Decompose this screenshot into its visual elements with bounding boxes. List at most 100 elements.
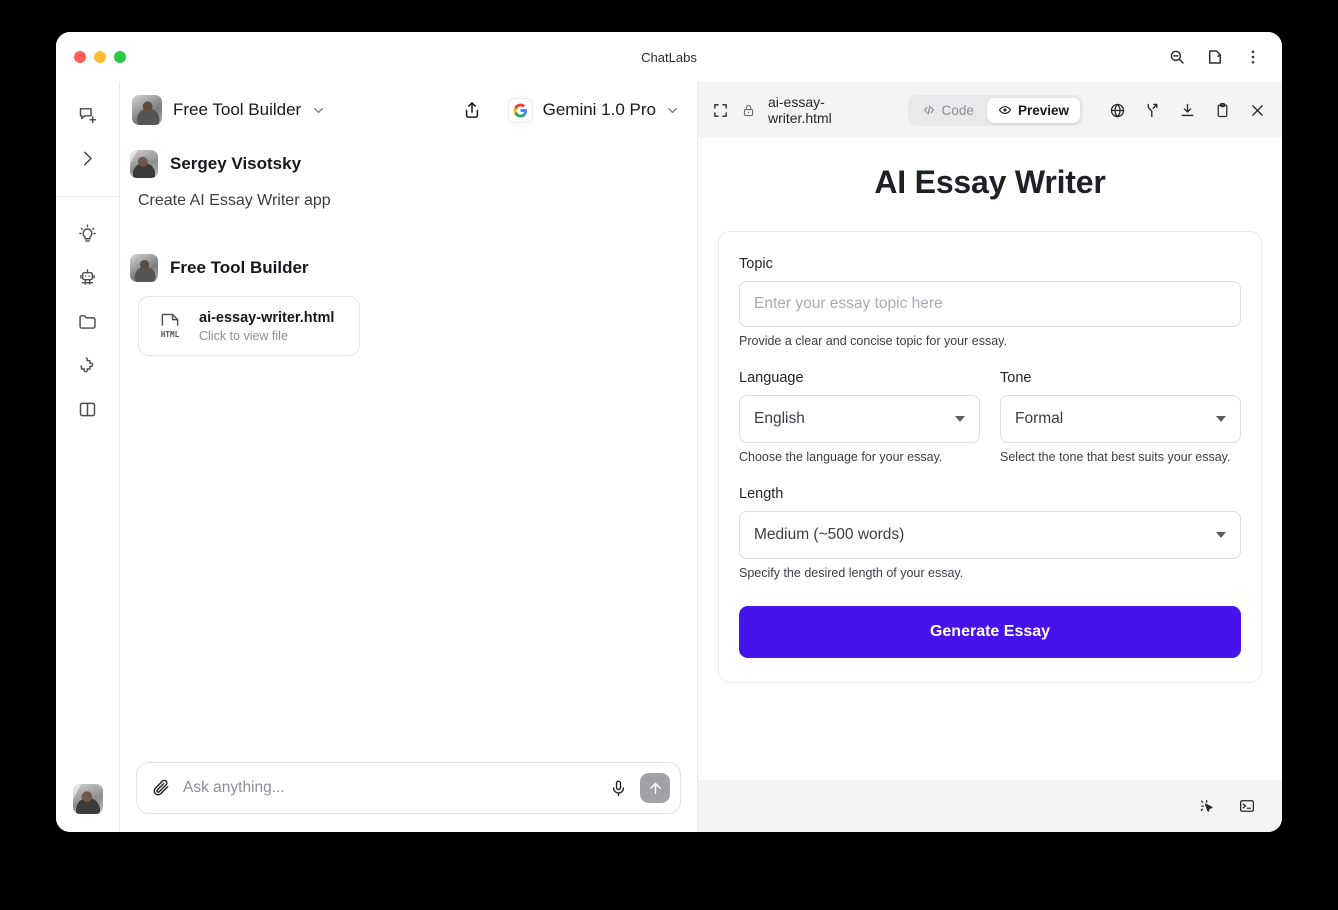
window-traffic-lights bbox=[56, 51, 126, 63]
sidebar-item-plugins[interactable] bbox=[68, 345, 108, 385]
sidebar-item-expand[interactable] bbox=[68, 138, 108, 178]
chat-column: Free Tool Builder bbox=[120, 82, 698, 832]
tab-preview[interactable]: Preview bbox=[987, 98, 1080, 123]
avatar[interactable] bbox=[73, 784, 103, 814]
html-file-icon: HTML bbox=[153, 312, 187, 340]
file-info: ai-essay-writer.html Click to view file bbox=[199, 309, 334, 343]
close-icon[interactable] bbox=[1249, 102, 1266, 119]
sidebar-item-files[interactable] bbox=[68, 301, 108, 341]
chevron-down-icon bbox=[312, 104, 325, 117]
chevron-down-icon bbox=[1216, 416, 1226, 422]
expand-icon[interactable] bbox=[712, 102, 729, 119]
globe-icon[interactable] bbox=[1109, 102, 1126, 119]
sidebar-item-prompts[interactable] bbox=[68, 213, 108, 253]
language-tone-row: Language English Choose the language for… bbox=[739, 370, 1241, 464]
sparkle-cursor-icon[interactable] bbox=[1198, 797, 1216, 815]
message-text: Create AI Essay Writer app bbox=[138, 192, 677, 210]
preview-tools bbox=[1109, 102, 1266, 119]
chevron-down-icon bbox=[955, 416, 965, 422]
lightbulb-icon bbox=[77, 223, 98, 244]
file-attachment-card[interactable]: HTML ai-essay-writer.html Click to view … bbox=[138, 296, 360, 356]
field-tone: Tone Formal Select the tone that best su… bbox=[1000, 370, 1241, 464]
arrow-up-icon bbox=[647, 780, 664, 797]
extensions-icon[interactable] bbox=[1206, 48, 1224, 66]
model-selector[interactable]: Gemini 1.0 Pro bbox=[508, 98, 679, 123]
topic-hint: Provide a clear and concise topic for yo… bbox=[739, 334, 1241, 348]
preview-header: ai-essay-writer.html Code P bbox=[698, 82, 1282, 138]
code-icon bbox=[922, 103, 936, 117]
close-window-button[interactable] bbox=[74, 51, 86, 63]
assistant-avatar bbox=[130, 254, 158, 282]
folder-icon bbox=[77, 311, 98, 332]
field-length: Length Medium (~500 words) Specify the d… bbox=[739, 486, 1241, 580]
language-select[interactable]: English bbox=[739, 395, 980, 443]
preview-filename: ai-essay-writer.html bbox=[768, 94, 884, 126]
svg-text:HTML: HTML bbox=[161, 330, 180, 339]
message-list: Sergey Visotsky Create AI Essay Writer a… bbox=[120, 138, 697, 752]
chevron-right-icon bbox=[77, 148, 98, 169]
share-icon bbox=[462, 100, 482, 120]
language-value: English bbox=[754, 410, 955, 428]
file-subtitle: Click to view file bbox=[199, 329, 334, 343]
tone-label: Tone bbox=[1000, 370, 1241, 386]
message-author: Sergey Visotsky bbox=[170, 154, 301, 174]
paperclip-icon[interactable] bbox=[151, 778, 171, 798]
sidebar-item-new-chat[interactable] bbox=[68, 94, 108, 134]
avatar bbox=[130, 150, 158, 178]
generate-essay-button[interactable]: Generate Essay bbox=[739, 606, 1241, 658]
message-composer bbox=[136, 762, 681, 814]
tone-hint: Select the tone that best suits your ess… bbox=[1000, 450, 1241, 464]
eye-icon bbox=[998, 103, 1012, 117]
lock-icon bbox=[741, 103, 756, 118]
terminal-icon[interactable] bbox=[1238, 797, 1256, 815]
sidebar-item-split-view[interactable] bbox=[68, 389, 108, 429]
tab-preview-label: Preview bbox=[1018, 103, 1069, 118]
length-value: Medium (~500 words) bbox=[754, 526, 1216, 544]
minimize-window-button[interactable] bbox=[94, 51, 106, 63]
browser-window: ChatLabs bbox=[56, 32, 1282, 832]
chevron-down-icon bbox=[666, 104, 679, 117]
panel-icon bbox=[77, 399, 98, 420]
message-header-user: Sergey Visotsky bbox=[130, 150, 677, 178]
language-hint: Choose the language for your essay. bbox=[739, 450, 980, 464]
tab-code-label: Code bbox=[942, 103, 974, 118]
language-label: Language bbox=[739, 370, 980, 386]
assistant-avatar bbox=[132, 95, 162, 125]
tab-code[interactable]: Code bbox=[911, 98, 985, 123]
assistant-selector[interactable]: Free Tool Builder bbox=[132, 95, 325, 125]
tone-select[interactable]: Formal bbox=[1000, 395, 1241, 443]
clipboard-icon[interactable] bbox=[1214, 102, 1231, 119]
assistant-name: Free Tool Builder bbox=[173, 100, 301, 120]
message-header-assistant: Free Tool Builder bbox=[130, 254, 677, 282]
file-name: ai-essay-writer.html bbox=[199, 309, 334, 328]
length-select[interactable]: Medium (~500 words) bbox=[739, 511, 1241, 559]
preview-panel: ai-essay-writer.html Code P bbox=[698, 82, 1282, 832]
more-vertical-icon[interactable] bbox=[1244, 48, 1262, 66]
composer-wrap bbox=[120, 752, 697, 832]
app-body: Free Tool Builder bbox=[56, 82, 1282, 832]
view-mode-toggle: Code Preview bbox=[908, 95, 1083, 126]
message-input[interactable] bbox=[183, 779, 597, 797]
window-title: ChatLabs bbox=[56, 50, 1282, 65]
message-author: Free Tool Builder bbox=[170, 258, 309, 278]
preview-content: AI Essay Writer Topic Provide a clear an… bbox=[698, 138, 1282, 780]
tone-value: Formal bbox=[1015, 410, 1216, 428]
branch-icon[interactable] bbox=[1144, 102, 1161, 119]
sidebar-item-assistants[interactable] bbox=[68, 257, 108, 297]
share-button[interactable] bbox=[462, 100, 482, 120]
robot-icon bbox=[77, 267, 98, 288]
send-button[interactable] bbox=[640, 773, 670, 803]
field-topic: Topic Provide a clear and concise topic … bbox=[739, 256, 1241, 348]
browser-toolbar bbox=[1168, 48, 1282, 66]
maximize-window-button[interactable] bbox=[114, 51, 126, 63]
microphone-icon[interactable] bbox=[609, 779, 628, 798]
model-name: Gemini 1.0 Pro bbox=[543, 100, 656, 120]
zoom-search-icon[interactable] bbox=[1168, 48, 1186, 66]
topic-input[interactable] bbox=[739, 281, 1241, 327]
google-g-icon bbox=[508, 98, 533, 123]
chat-header: Free Tool Builder bbox=[120, 82, 697, 138]
left-rail bbox=[56, 82, 120, 832]
download-icon[interactable] bbox=[1179, 102, 1196, 119]
new-chat-icon bbox=[77, 104, 98, 125]
preview-footer bbox=[698, 780, 1282, 832]
